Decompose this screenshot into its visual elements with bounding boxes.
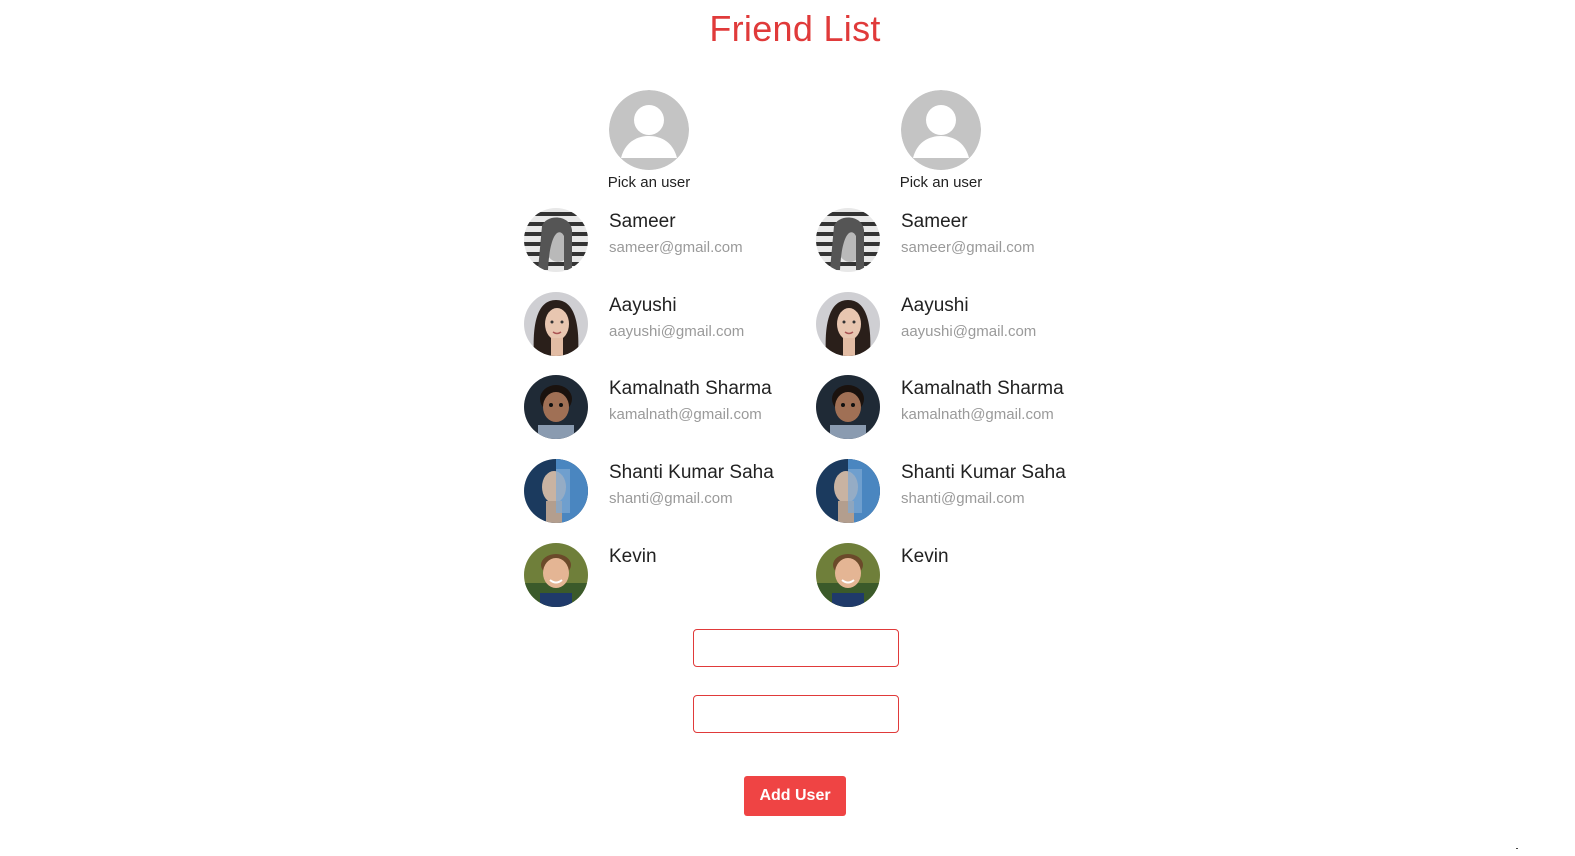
avatar (524, 375, 588, 440)
friend-item-kamalnath-sharma[interactable]: Kamalnath Sharma kamalnath@gmail.com (816, 375, 1086, 440)
add-user-button[interactable]: Add User (744, 776, 846, 816)
friend-item-kevin[interactable]: Kevin (816, 542, 1086, 607)
avatar (816, 208, 880, 272)
avatar (816, 542, 880, 607)
friend-item-sameer[interactable]: Sameer sameer@gmail.com (524, 208, 794, 272)
friend-email: sameer@gmail.com (901, 239, 1035, 256)
friend-item-aayushi[interactable]: Aayushi aayushi@gmail.com (524, 291, 794, 356)
avatar (816, 459, 880, 524)
avatar (524, 542, 588, 607)
friend-email: shanti@gmail.com (609, 490, 733, 508)
friend-name: Aayushi (609, 294, 677, 316)
friend-name: Kamalnath Sharma (901, 378, 1064, 400)
friend-email: shanti@gmail.com (901, 490, 1025, 508)
friend-email: sameer@gmail.com (609, 239, 743, 256)
friend-item-kevin[interactable]: Kevin (524, 542, 794, 607)
avatar (524, 291, 588, 356)
friend-email: aayushi@gmail.com (901, 322, 1037, 340)
pick-user-label: Pick an user (607, 174, 691, 191)
user-picker-right[interactable]: Pick an user (816, 90, 1086, 208)
user-placeholder-icon[interactable] (609, 90, 689, 170)
friend-column-left: Pick an user Sameer sameer@gmail.com Aay… (524, 90, 794, 626)
friend-list-page: Friend List Pick an user Sameer sameer@g… (0, 0, 1575, 856)
friend-email: kamalnath@gmail.com (901, 406, 1054, 424)
friend-name: Sameer (901, 211, 968, 232)
friend-email: kamalnath@gmail.com (609, 406, 762, 424)
friend-email: aayushi@gmail.com (609, 322, 745, 340)
avatar (524, 208, 588, 272)
friend-name: Kevin (609, 545, 657, 567)
friend-name: Kamalnath Sharma (609, 378, 772, 400)
pick-user-label: Pick an user (899, 174, 983, 191)
user-picker-left[interactable]: Pick an user (524, 90, 794, 208)
friend-item-shanti-kumar-saha[interactable]: Shanti Kumar Saha shanti@gmail.com (816, 459, 1086, 524)
avatar (524, 459, 588, 524)
friend-column-right: Pick an user Sameer sameer@gmail.com Aay… (816, 90, 1086, 626)
friend-name: Sameer (609, 211, 676, 232)
friend-name: Aayushi (901, 294, 969, 316)
page-title: Friend List (709, 8, 881, 49)
email-input[interactable] (693, 695, 899, 733)
friend-item-aayushi[interactable]: Aayushi aayushi@gmail.com (816, 291, 1086, 356)
friend-name: Shanti Kumar Saha (901, 462, 1066, 484)
friend-name: Shanti Kumar Saha (609, 462, 774, 484)
friend-item-sameer[interactable]: Sameer sameer@gmail.com (816, 208, 1086, 272)
name-input[interactable] (693, 629, 899, 667)
friend-name: Kevin (901, 545, 949, 567)
friend-item-kamalnath-sharma[interactable]: Kamalnath Sharma kamalnath@gmail.com (524, 375, 794, 440)
decorative-dot (1516, 848, 1518, 849)
friend-item-shanti-kumar-saha[interactable]: Shanti Kumar Saha shanti@gmail.com (524, 459, 794, 524)
avatar (816, 291, 880, 356)
avatar (816, 375, 880, 440)
user-placeholder-icon[interactable] (901, 90, 981, 170)
